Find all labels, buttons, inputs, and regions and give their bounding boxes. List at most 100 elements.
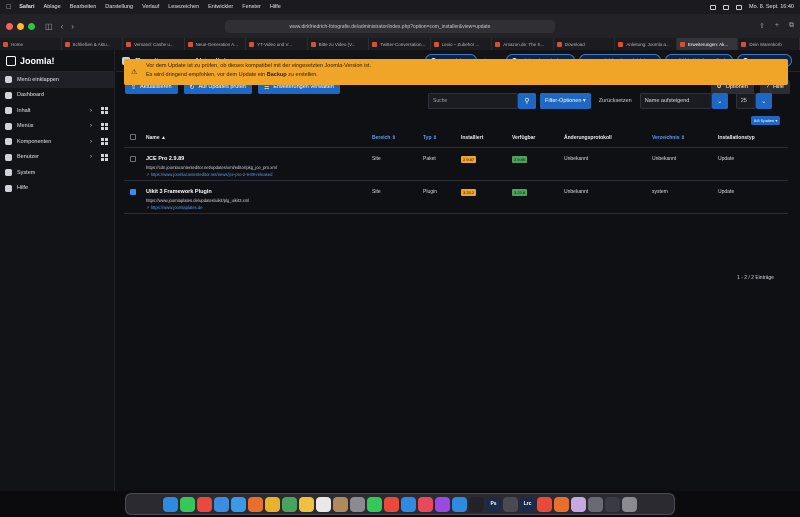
- menu-ablage[interactable]: Ablage: [44, 4, 61, 10]
- podcasts-icon[interactable]: [435, 496, 450, 512]
- settings-icon[interactable]: [350, 496, 365, 512]
- control-center-icon[interactable]: [736, 4, 743, 10]
- sidebar-item-help[interactable]: Hilfe: [0, 181, 114, 197]
- share-icon[interactable]: ⇧: [759, 22, 765, 30]
- browser-tab[interactable]: Bitte zu Video (V...: [308, 38, 370, 50]
- sort-chevron-down-icon[interactable]: ⌄: [711, 93, 728, 109]
- info-link[interactable]: ↗ https://www.joomlaplates.de: [146, 205, 372, 210]
- capcut-icon[interactable]: [469, 496, 484, 512]
- notes-icon[interactable]: [299, 496, 314, 512]
- info-link[interactable]: ↗ https://www.joomlacontenteditor.net/ne…: [146, 172, 372, 177]
- dashboard-grid-icon[interactable]: [101, 107, 108, 115]
- chevron-right-icon[interactable]: ›: [90, 139, 92, 145]
- finder-icon[interactable]: [163, 496, 178, 512]
- contacts-icon[interactable]: [333, 496, 348, 512]
- calendar-icon[interactable]: [197, 496, 212, 512]
- chevron-right-icon[interactable]: ›: [90, 108, 92, 114]
- facetime-icon[interactable]: [367, 496, 382, 512]
- minimize-window-icon[interactable]: [17, 22, 24, 30]
- battery-icon[interactable]: [710, 4, 717, 10]
- browser-tab[interactable]: Lexio – Zubehör ...: [431, 38, 493, 50]
- browser-tab[interactable]: Anleitung: Joomla a...: [615, 38, 677, 50]
- search-button[interactable]: ⚲: [518, 93, 536, 109]
- browser-tab-active[interactable]: Erweiterungen: Ak...: [676, 38, 739, 50]
- menu-hilfe[interactable]: Hilfe: [270, 4, 281, 10]
- downloads-icon[interactable]: [605, 496, 620, 512]
- vscode-icon[interactable]: [401, 496, 416, 512]
- limit-chevron-down-icon[interactable]: ⌄: [755, 93, 772, 109]
- firefox2-icon[interactable]: [554, 496, 569, 512]
- browser-tab[interactable]: Twitter-Conversation...: [369, 38, 431, 50]
- limit-select[interactable]: 25: [735, 93, 756, 109]
- forward-icon[interactable]: ›: [71, 22, 74, 31]
- sidebar-item-menus[interactable]: Menüs ›: [0, 119, 114, 135]
- filter-options-button[interactable]: Filter-Optionen ▾: [540, 93, 591, 109]
- photos-icon[interactable]: [265, 496, 280, 512]
- browser-tab[interactable]: YT-Video und V...: [246, 38, 308, 50]
- browser-tab[interactable]: Amazon.de: The S...: [492, 38, 554, 50]
- photoshop-icon[interactable]: Ps: [486, 496, 501, 512]
- new-tab-icon[interactable]: +: [775, 22, 779, 30]
- browser-tab[interactable]: Dein Warenkorb: [738, 38, 800, 50]
- apple-icon[interactable]: : [6, 4, 11, 11]
- sidebar-item-content[interactable]: Inhalt ›: [0, 103, 114, 119]
- davinci-icon[interactable]: [537, 496, 552, 512]
- dashboard-grid-icon[interactable]: [101, 138, 108, 146]
- back-icon[interactable]: ‹: [61, 22, 64, 31]
- col-name[interactable]: Name ▲: [146, 130, 372, 148]
- sidebar-item-collapse[interactable]: Menü einklappen: [0, 72, 114, 88]
- clock[interactable]: Mo. 8. Sept. 16:40: [749, 4, 794, 10]
- browser-tab[interactable]: Home: [0, 38, 62, 50]
- menu-safari[interactable]: Safari: [19, 4, 34, 10]
- sidebar-item-users[interactable]: Benutzer ›: [0, 150, 114, 166]
- select-all-checkbox[interactable]: [130, 134, 136, 141]
- col-type[interactable]: Typ ⇕: [423, 130, 461, 148]
- menu-fenster[interactable]: Fenster: [242, 4, 261, 10]
- app-icon[interactable]: [503, 496, 518, 512]
- row-checkbox-checked[interactable]: [130, 188, 136, 195]
- menu-bearbeiten[interactable]: Bearbeiten: [70, 4, 97, 10]
- safari-icon[interactable]: [231, 496, 246, 512]
- sort-select[interactable]: Name aufsteigend: [639, 93, 712, 109]
- lightroom-icon[interactable]: Lrc: [520, 496, 535, 512]
- tab-overview-icon[interactable]: ⧉: [789, 22, 794, 30]
- browser-tab[interactable]: Schließen & Aktu...: [62, 38, 124, 50]
- appstore-icon[interactable]: [452, 496, 467, 512]
- chevron-right-icon[interactable]: ›: [90, 123, 92, 129]
- browser-tab[interactable]: Download: [554, 38, 616, 50]
- col-area[interactable]: Bereich ⇕: [372, 130, 423, 148]
- dashboard-grid-icon[interactable]: [101, 122, 108, 130]
- messages-icon[interactable]: [180, 496, 195, 512]
- dashboard-grid-icon[interactable]: [101, 153, 108, 161]
- firefox-icon[interactable]: [248, 496, 263, 512]
- reminders-icon[interactable]: [316, 496, 331, 512]
- sidebar-item-dashboard[interactable]: Dashboard: [0, 88, 114, 104]
- menu-lesezeichen[interactable]: Lesezeichen: [168, 4, 199, 10]
- finder2-icon[interactable]: [588, 496, 603, 512]
- browser-tab[interactable]: Neue-Generation A...: [185, 38, 247, 50]
- search-input[interactable]: Suche: [428, 93, 518, 109]
- menu-verlauf[interactable]: Verlauf: [142, 4, 159, 10]
- menu-entwickler[interactable]: Entwickler: [208, 4, 233, 10]
- col-folder[interactable]: Verzeichnis ⇕: [652, 130, 718, 148]
- preview-icon[interactable]: [571, 496, 586, 512]
- sidebar-toggle-icon[interactable]: ◫: [45, 22, 53, 31]
- wifi-icon[interactable]: [723, 4, 730, 10]
- music-icon[interactable]: [418, 496, 433, 512]
- reset-button[interactable]: Zurücksetzen: [595, 98, 636, 104]
- close-window-icon[interactable]: [6, 22, 13, 30]
- zoom-window-icon[interactable]: [28, 22, 35, 30]
- joomla-logo[interactable]: Joomla!: [0, 50, 114, 72]
- columns-button[interactable]: 8/8 Spalten ▾: [751, 116, 781, 125]
- row-checkbox[interactable]: [130, 155, 136, 162]
- sidebar-item-components[interactable]: Komponenten ›: [0, 134, 114, 150]
- trash-icon[interactable]: [622, 496, 637, 512]
- maps-icon[interactable]: [282, 496, 297, 512]
- menu-darstellung[interactable]: Darstellung: [105, 4, 133, 10]
- sidebar-item-system[interactable]: System: [0, 165, 114, 181]
- mail-icon[interactable]: [214, 496, 229, 512]
- chevron-right-icon[interactable]: ›: [90, 154, 92, 160]
- browser-tab[interactable]: Versand: Cashe u...: [123, 38, 185, 50]
- chrome-icon[interactable]: [384, 496, 399, 512]
- address-bar[interactable]: www.dirkfriedrich-fotografie.de/administ…: [225, 20, 555, 33]
